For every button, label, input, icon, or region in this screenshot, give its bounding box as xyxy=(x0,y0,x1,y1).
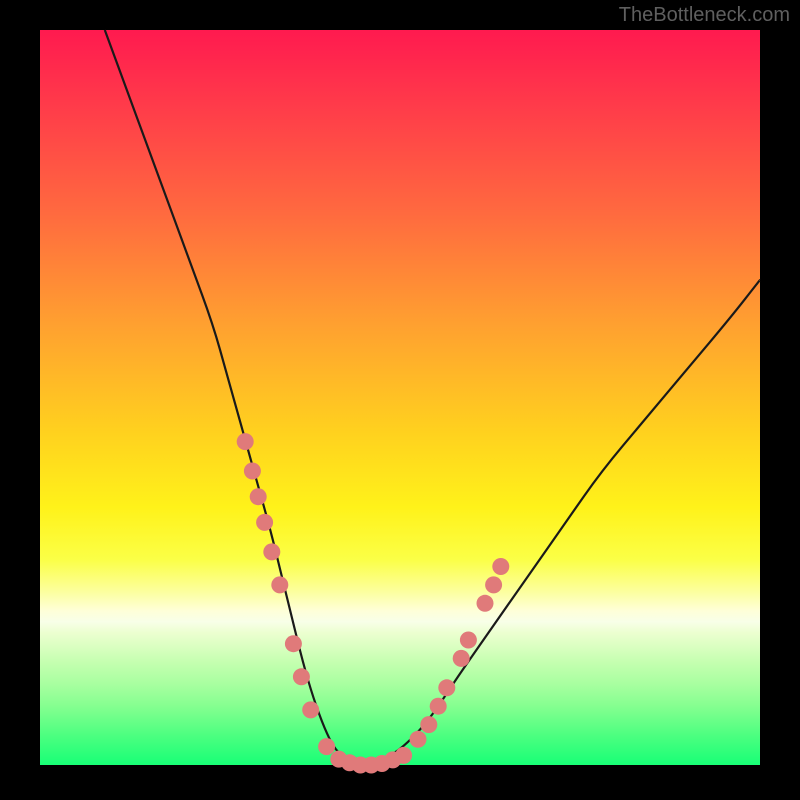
data-point xyxy=(285,635,302,652)
data-point xyxy=(293,668,310,685)
data-point xyxy=(250,488,267,505)
watermark-text: TheBottleneck.com xyxy=(619,4,790,27)
data-point xyxy=(244,463,261,480)
data-point xyxy=(485,576,502,593)
data-point xyxy=(302,701,319,718)
curve-svg xyxy=(40,30,760,765)
data-point xyxy=(460,632,477,649)
data-point xyxy=(420,716,437,733)
data-point xyxy=(263,543,280,560)
data-point xyxy=(395,747,412,764)
data-points xyxy=(237,433,510,773)
data-point xyxy=(237,433,254,450)
data-point xyxy=(318,738,335,755)
data-point xyxy=(271,576,288,593)
chart-frame: TheBottleneck.com xyxy=(0,0,800,800)
data-point xyxy=(492,558,509,575)
data-point xyxy=(477,595,494,612)
data-point xyxy=(256,514,273,531)
data-point xyxy=(430,698,447,715)
plot-area xyxy=(40,30,760,765)
data-point xyxy=(453,650,470,667)
bottleneck-curve xyxy=(105,30,760,764)
data-point xyxy=(438,679,455,696)
data-point xyxy=(410,731,427,748)
